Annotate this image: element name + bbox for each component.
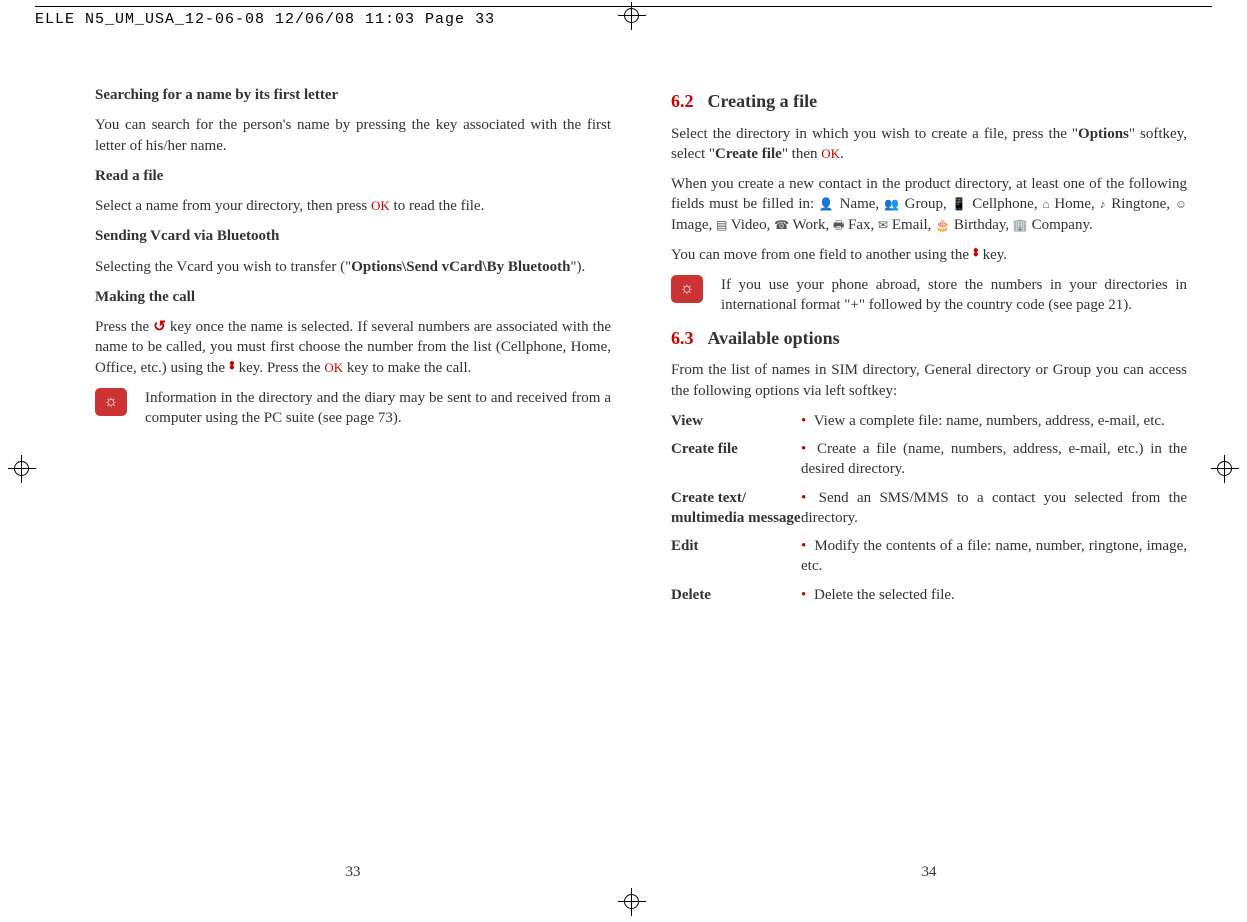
heading-search: Searching for a name by its first letter [95, 85, 611, 105]
name-icon: 👤 [819, 197, 835, 211]
option-term: View [671, 411, 801, 431]
para-create-2: When you create a new contact in the pro… [671, 174, 1187, 235]
image-icon: ☺ [1175, 197, 1187, 211]
work-icon: ☎ [774, 218, 789, 232]
option-row: Create file• Create a file (name, number… [671, 439, 1187, 480]
ok-key-icon: OK [324, 360, 343, 375]
option-desc: • Delete the selected file. [801, 585, 1187, 605]
home-icon: ⌂ [1042, 197, 1049, 211]
option-desc: • Create a file (name, numbers, address,… [801, 439, 1187, 480]
group-icon: 👥 [884, 197, 900, 211]
section-6-3: 6.3Available options [671, 326, 1187, 351]
option-desc: • Modify the contents of a file: name, n… [801, 536, 1187, 577]
heading-call: Making the call [95, 287, 611, 307]
ok-key-icon: OK [371, 198, 390, 213]
tip-text: If you use your phone abroad, store the … [721, 275, 1187, 316]
cellphone-icon: 📱 [951, 197, 967, 211]
email-icon: ✉ [878, 218, 888, 232]
option-term: Create file [671, 439, 801, 480]
option-row: Edit• Modify the contents of a file: nam… [671, 536, 1187, 577]
page-number-left: 33 [95, 862, 611, 882]
tip-text: Information in the directory and the dia… [145, 388, 611, 429]
options-list: View• View a complete file: name, number… [671, 411, 1187, 605]
video-icon: ▤ [716, 218, 727, 232]
option-row: Delete• Delete the selected file. [671, 585, 1187, 605]
heading-vcard: Sending Vcard via Bluetooth [95, 226, 611, 246]
bullet-icon: • [801, 413, 806, 429]
para-create-1: Select the directory in which you wish t… [671, 124, 1187, 165]
registration-mark-right [1211, 455, 1239, 483]
para-read: Select a name from your directory, then … [95, 196, 611, 216]
option-term: Edit [671, 536, 801, 577]
option-desc: • Send an SMS/MMS to a contact you selec… [801, 488, 1187, 529]
bullet-icon: • [801, 441, 806, 457]
registration-mark-bottom [618, 888, 646, 916]
page-number-right: 34 [671, 862, 1187, 882]
para-call: Press the ↺ key once the name is selecte… [95, 317, 611, 378]
bullet-icon: • [801, 538, 806, 554]
registration-mark-left [8, 455, 36, 483]
heading-read: Read a file [95, 166, 611, 186]
ringtone-icon: ♪ [1099, 197, 1106, 211]
ok-key-icon: OK [821, 146, 840, 161]
registration-mark-top [618, 2, 646, 30]
fax-icon: 🖶 [833, 218, 844, 232]
para-search: You can search for the person's name by … [95, 115, 611, 156]
option-row: View• View a complete file: name, number… [671, 411, 1187, 431]
lightbulb-icon: ☼ [95, 388, 127, 416]
page-right: 6.2Creating a file Select the directory … [671, 85, 1187, 882]
option-term: Delete [671, 585, 801, 605]
page-left: Searching for a name by its first letter… [95, 85, 611, 882]
section-6-2: 6.2Creating a file [671, 89, 1187, 114]
bullet-icon: • [801, 490, 806, 506]
lightbulb-icon: ☼ [671, 275, 703, 303]
para-create-3: You can move from one field to another u… [671, 245, 1187, 265]
bullet-icon: • [801, 587, 806, 603]
option-desc: • View a complete file: name, numbers, a… [801, 411, 1187, 431]
tip-box: ☼ If you use your phone abroad, store th… [671, 275, 1187, 316]
para-options: From the list of names in SIM directory,… [671, 360, 1187, 401]
option-row: Create text/ multimedia message• Send an… [671, 488, 1187, 529]
tip-box: ☼ Information in the directory and the d… [95, 388, 611, 429]
option-term: Create text/ multimedia message [671, 488, 801, 529]
call-key-icon: ↺ [153, 319, 166, 335]
birthday-icon: 🎂 [935, 218, 950, 232]
company-icon: 🏢 [1013, 218, 1028, 232]
para-vcard: Selecting the Vcard you wish to transfer… [95, 257, 611, 277]
